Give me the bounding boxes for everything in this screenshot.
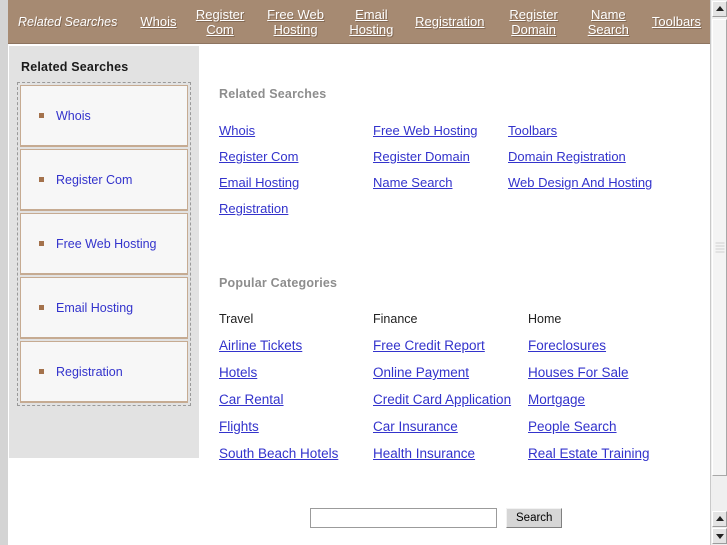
sidebar-item-label: Email Hosting	[56, 300, 134, 315]
nav-link-toolbars[interactable]: Toolbars	[652, 14, 701, 29]
sidebar-item-label: Register Com	[56, 172, 133, 187]
category-link[interactable]: Car Insurance	[373, 419, 458, 434]
category-link[interactable]: Free Credit Report	[373, 338, 485, 353]
page-content: Related Searches Whois Register Com Free…	[0, 0, 710, 545]
bullet-icon	[39, 241, 44, 246]
nav-link-register-com[interactable]: Register Com	[195, 7, 246, 37]
left-gutter	[0, 0, 8, 545]
category-heading-finance: Finance	[373, 312, 418, 326]
main-content: Related Searches Whois Free Web Hosting …	[219, 46, 699, 461]
category-link[interactable]: Houses For Sale	[528, 365, 629, 380]
category-link[interactable]: Mortgage	[528, 392, 585, 407]
related-searches-links: Whois Free Web Hosting Toolbars Register…	[219, 123, 699, 216]
nav-link-whois[interactable]: Whois	[140, 14, 176, 29]
category-link[interactable]: Flights	[219, 419, 259, 434]
bullet-icon	[39, 305, 44, 310]
sidebar-list: Whois Register Com Free Web Hosting Emai…	[17, 82, 191, 406]
triangle-up-icon	[715, 516, 724, 521]
category-heading-travel: Travel	[219, 312, 254, 326]
category-link[interactable]: People Search	[528, 419, 617, 434]
search-form: Search	[310, 508, 563, 528]
related-link[interactable]: Toolbars	[508, 123, 557, 138]
sidebar-item-label: Whois	[56, 108, 91, 123]
vertical-scrollbar[interactable]	[710, 0, 727, 545]
related-link[interactable]: Web Design And Hosting	[508, 175, 652, 190]
sidebar-item-register-com[interactable]: Register Com	[20, 149, 188, 211]
sidebar-item-email-hosting[interactable]: Email Hosting	[20, 277, 188, 339]
category-link[interactable]: Car Rental	[219, 392, 284, 407]
nav-link-name-search[interactable]: Name Search	[583, 7, 634, 37]
popular-categories-heading: Popular Categories	[219, 276, 338, 290]
scrollbar-thumb[interactable]	[712, 19, 727, 476]
triangle-up-icon	[715, 6, 724, 11]
sidebar-item-registration[interactable]: Registration	[20, 341, 188, 403]
sidebar-item-free-web-hosting[interactable]: Free Web Hosting	[20, 213, 188, 275]
related-link[interactable]: Domain Registration	[508, 149, 626, 164]
bullet-icon	[39, 177, 44, 182]
nav-link-register-domain[interactable]: Register Domain	[503, 7, 565, 37]
sidebar-item-whois[interactable]: Whois	[20, 85, 188, 147]
search-input[interactable]	[310, 508, 497, 528]
search-button[interactable]: Search	[506, 508, 563, 528]
triangle-down-icon	[715, 534, 724, 539]
scroll-down-button[interactable]	[712, 528, 727, 544]
nav-link-free-web-hosting[interactable]: Free Web Hosting	[264, 7, 328, 37]
bullet-icon	[39, 113, 44, 118]
sidebar-item-label: Registration	[56, 364, 123, 379]
nav-link-registration[interactable]: Registration	[415, 14, 484, 29]
category-link[interactable]: Real Estate Training	[528, 446, 650, 461]
scroll-up-button-bottom[interactable]	[712, 511, 727, 527]
top-navigation-bar: Related Searches Whois Register Com Free…	[8, 0, 710, 44]
category-heading-home: Home	[528, 312, 562, 326]
sidebar: Related Searches Whois Register Com Free…	[9, 46, 199, 458]
related-searches-section: Related Searches Whois Free Web Hosting …	[219, 87, 699, 216]
sidebar-item-label: Free Web Hosting	[56, 236, 157, 251]
scroll-up-button[interactable]	[712, 1, 727, 17]
related-link[interactable]: Register Domain	[373, 149, 470, 164]
category-link[interactable]: South Beach Hotels	[219, 446, 338, 461]
related-searches-heading: Related Searches	[219, 87, 327, 101]
category-link[interactable]: Health Insurance	[373, 446, 475, 461]
related-link[interactable]: Email Hosting	[219, 175, 299, 190]
popular-categories-grid: Travel Finance Home Airline Tickets Free…	[219, 312, 699, 461]
grip-icon	[715, 242, 724, 253]
related-link[interactable]: Name Search	[373, 175, 452, 190]
bullet-icon	[39, 369, 44, 374]
related-link[interactable]: Whois	[219, 123, 255, 138]
related-link[interactable]: Free Web Hosting	[373, 123, 478, 138]
sidebar-title: Related Searches	[21, 60, 129, 74]
nav-brand-label: Related Searches	[18, 14, 118, 29]
category-link[interactable]: Hotels	[219, 365, 257, 380]
category-link[interactable]: Online Payment	[373, 365, 469, 380]
popular-categories-section: Popular Categories Travel Finance Home A…	[219, 276, 699, 461]
related-link[interactable]: Register Com	[219, 149, 298, 164]
category-link[interactable]: Credit Card Application	[373, 392, 511, 407]
category-link[interactable]: Foreclosures	[528, 338, 606, 353]
nav-link-email-hosting[interactable]: Email Hosting	[346, 7, 398, 37]
related-link[interactable]: Registration	[219, 201, 288, 216]
category-link[interactable]: Airline Tickets	[219, 338, 302, 353]
